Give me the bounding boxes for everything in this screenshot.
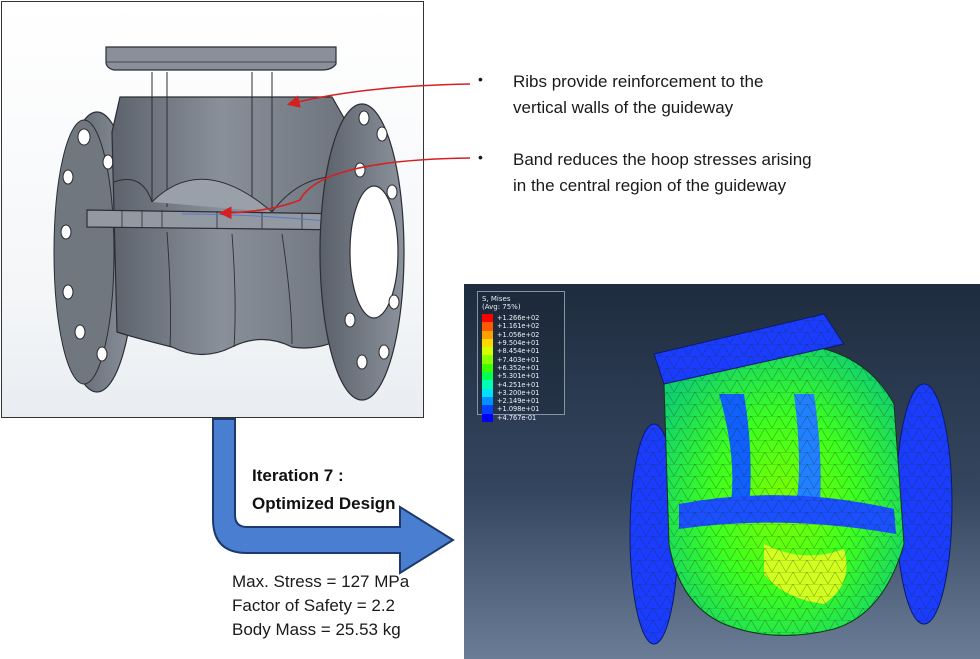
legend-entry: +3.200e+01 — [482, 388, 540, 397]
legend-title: S, Mises — [482, 295, 511, 303]
legend-entry: +1.056e+02 — [482, 330, 540, 339]
fea-stress-view: S, Mises (Avg: 75%) +1.266e+02 +1.161e+02… — [464, 284, 980, 659]
legend-value: +7.403e+01 — [497, 355, 540, 364]
legend-swatch — [482, 314, 493, 323]
legend-swatch — [482, 372, 493, 381]
callout-ribs-line1: Ribs provide reinforcement to the — [513, 72, 764, 91]
callout-bullet-2: • — [478, 149, 483, 165]
legend-value: +5.301e+01 — [497, 372, 540, 381]
legend-entry: +7.403e+01 — [482, 355, 540, 364]
legend-swatch — [482, 347, 493, 356]
legend-entry: +6.352e+01 — [482, 363, 540, 373]
legend-value: +8.454e+01 — [497, 347, 540, 356]
callout-band-line2: in the central region of the guideway — [513, 176, 787, 195]
legend-entry: +4.251e+01 — [482, 380, 540, 389]
legend-value: +1.056e+02 — [497, 330, 540, 339]
callout-bullet-1: • — [478, 71, 483, 87]
legend-value: +1.161e+02 — [497, 322, 540, 331]
legend-swatch — [482, 405, 493, 414]
legend-value: +4.251e+01 — [497, 380, 540, 389]
callout-band: Band reduces the hoop stresses arising i… — [513, 147, 812, 199]
legend-value: +3.200e+01 — [497, 388, 540, 397]
legend-entry: +1.266e+02 — [482, 314, 540, 323]
legend-entry: +1.161e+02 — [482, 322, 540, 331]
legend-entries: +1.266e+02 +1.161e+02 +1.056e+02 +9.504e+01… — [482, 314, 539, 422]
legend-value: +9.504e+01 — [497, 339, 540, 348]
legend-swatch — [482, 413, 493, 422]
metric-max-stress: Max. Stress = 127 MPa — [232, 572, 410, 591]
legend-entry: +8.454e+01 — [482, 347, 540, 356]
callout-ribs-line2: vertical walls of the guideway — [513, 98, 734, 117]
legend-entry: +4.767e-01 — [482, 413, 539, 422]
callout-band-line1: Band reduces the hoop stresses arising — [513, 150, 812, 169]
valve-body-cad-render — [53, 46, 405, 401]
iteration-number: Iteration 7 : — [252, 466, 344, 485]
iteration-label: Iteration 7 : Optimized Design — [252, 462, 396, 518]
cad-model-view — [1, 1, 424, 418]
legend-swatch — [482, 355, 493, 364]
legend-value: +4.767e-01 — [497, 413, 537, 422]
metric-safety-factor: Factor of Safety = 2.2 — [232, 596, 396, 615]
legend-swatch — [482, 380, 493, 389]
legend-swatch — [482, 330, 493, 339]
legend-entry: +9.504e+01 — [482, 338, 540, 348]
legend-entry: +1.098e+01 — [482, 405, 540, 414]
legend-entry: +2.149e+01 — [482, 396, 540, 406]
legend-value: +1.098e+01 — [497, 405, 540, 414]
legend-value: +2.149e+01 — [497, 397, 540, 406]
legend-swatch — [482, 338, 493, 348]
stress-legend: S, Mises (Avg: 75%) +1.266e+02 +1.161e+02… — [477, 291, 565, 422]
legend-entry: +5.301e+01 — [482, 372, 540, 381]
legend-value: +6.352e+01 — [497, 363, 540, 372]
legend-swatch — [482, 388, 493, 397]
legend-swatch — [482, 322, 493, 331]
metric-body-mass: Body Mass = 25.53 kg — [232, 620, 401, 639]
legend-subtitle: (Avg: 75%) — [482, 303, 521, 311]
legend-value: +1.266e+02 — [497, 314, 540, 323]
design-metrics: Max. Stress = 127 MPa Factor of Safety =… — [232, 570, 409, 642]
iteration-design: Optimized Design — [252, 494, 396, 513]
legend-swatch — [482, 396, 493, 406]
callout-ribs: Ribs provide reinforcement to the vertic… — [513, 69, 763, 121]
legend-swatch — [482, 363, 493, 373]
